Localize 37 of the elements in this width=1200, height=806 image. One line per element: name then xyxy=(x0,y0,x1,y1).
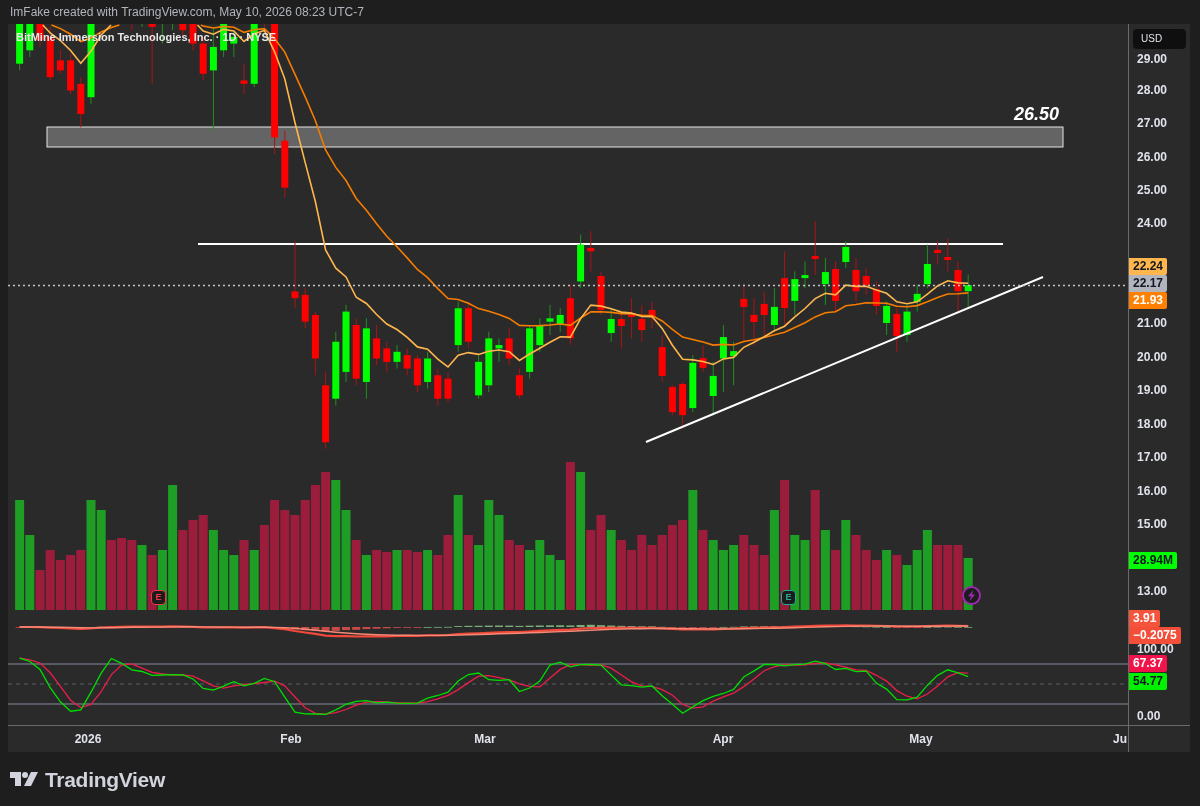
time-axis-label: Apr xyxy=(712,732,734,746)
time-axis-label: Feb xyxy=(280,732,302,746)
price-axis-label: 13.00 xyxy=(1137,584,1168,598)
price-axis-label: 15.00 xyxy=(1137,517,1168,531)
price-axis-label: 17.00 xyxy=(1137,450,1168,464)
last-price-value: 22.17 xyxy=(1129,275,1168,292)
earnings-marker[interactable]: E xyxy=(151,590,166,605)
price-axis-label: 25.00 xyxy=(1137,183,1168,197)
price-axis-label: 28.00 xyxy=(1137,83,1168,97)
stochastic-value: 54.77 xyxy=(1129,673,1168,690)
volume-value: 28.94M xyxy=(1129,552,1178,569)
price-axis-label: 19.00 xyxy=(1137,383,1168,397)
macd-value: 3.91 xyxy=(1129,610,1161,627)
price-axis-label: 26.00 xyxy=(1137,150,1168,164)
time-axis-label: May xyxy=(909,732,933,746)
price-axis-label: 21.00 xyxy=(1137,316,1168,330)
price-axis-label: 24.00 xyxy=(1137,216,1168,230)
earnings-marker[interactable]: E xyxy=(781,590,796,605)
time-axis-label: Ju xyxy=(1113,732,1127,746)
currency-button[interactable]: USD xyxy=(1133,29,1186,49)
time-axis-label: 2026 xyxy=(74,732,102,746)
price-axis-label: 20.00 xyxy=(1137,350,1168,364)
price-axis-label: 16.00 xyxy=(1137,484,1168,498)
time-axis-label: Mar xyxy=(474,732,496,746)
logo-icon xyxy=(10,771,38,787)
stochastic-value: 67.37 xyxy=(1129,655,1168,672)
zone-price-label: 26.50 xyxy=(1014,105,1060,123)
price-axis-label: 18.00 xyxy=(1137,417,1168,431)
moving-average-value: 22.24 xyxy=(1129,258,1168,275)
snapshot-caption: ImFake created with TradingView.com, May 10, 2026 08:23 UTC-7 xyxy=(10,6,364,18)
price-axis-label: 27.00 xyxy=(1137,116,1168,130)
price-axis-label: 29.00 xyxy=(1137,52,1168,66)
macd-histogram-value: −0.2075 xyxy=(1129,627,1181,644)
oscillator-axis-label: 0.00 xyxy=(1137,709,1161,723)
brand-name: TradingView xyxy=(45,768,165,790)
moving-average-value: 21.93 xyxy=(1129,292,1168,309)
oscillator-axis-label: 100.00 xyxy=(1137,642,1174,656)
